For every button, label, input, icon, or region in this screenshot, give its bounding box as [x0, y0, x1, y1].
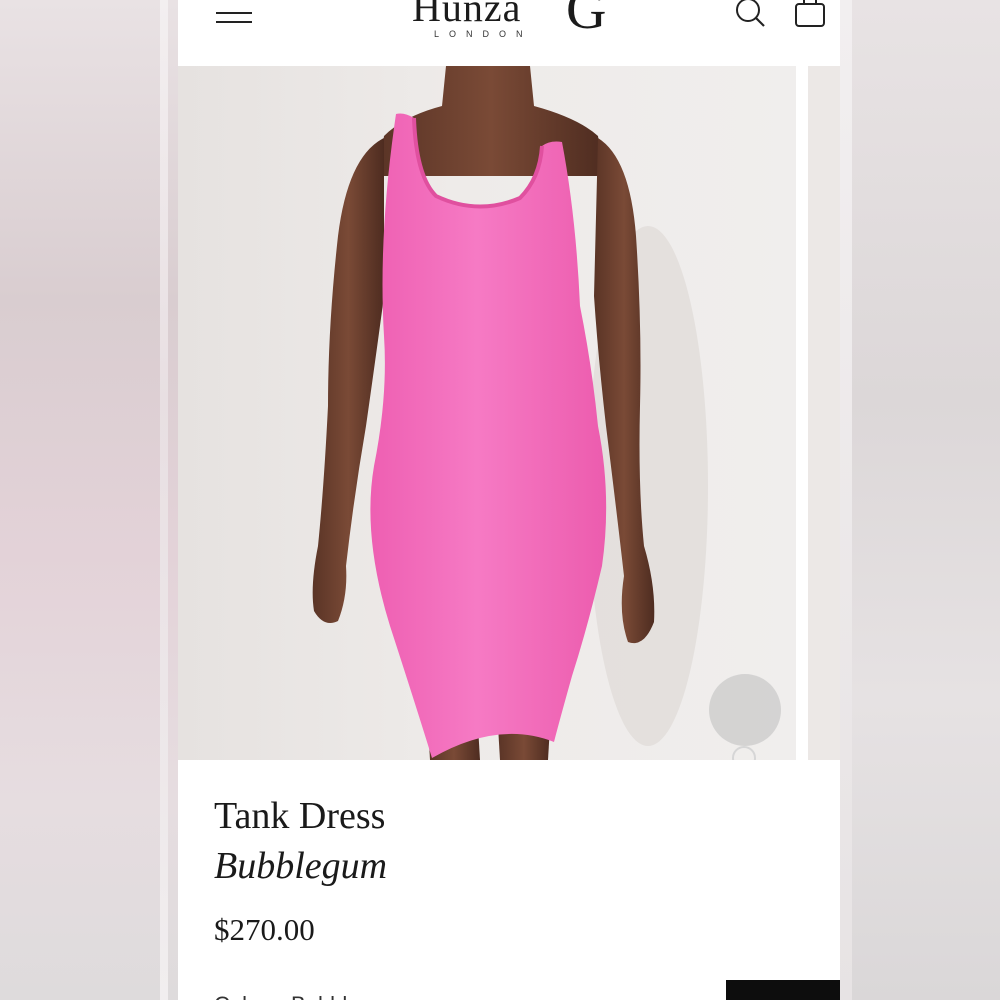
- model-wearing-dress-illustration: [312, 66, 708, 760]
- product-price: $270.00: [214, 912, 315, 947]
- hamburger-menu-icon[interactable]: [212, 0, 256, 30]
- next-product-image-peek[interactable]: [808, 66, 840, 760]
- shopping-bag-icon[interactable]: [790, 0, 830, 30]
- blurred-backdrop-right: [840, 0, 1000, 1000]
- product-title: Tank Dress: [214, 795, 386, 837]
- product-colorway: Bubblegum: [214, 845, 388, 887]
- site-header: Hunza G LONDON: [178, 0, 840, 67]
- brand-initial: G: [566, 0, 607, 41]
- pink-tank-dress: [370, 113, 607, 758]
- product-image[interactable]: [178, 66, 796, 760]
- mobile-screen: Hunza G LONDON Tank Dress Bubblegum $270…: [178, 0, 840, 1000]
- search-icon[interactable]: [730, 0, 770, 30]
- brand-logo[interactable]: Hunza G LONDON: [412, 0, 612, 46]
- product-image-carousel[interactable]: [178, 66, 840, 760]
- colour-selector-label[interactable]: Colour: Bubblegum: [214, 990, 402, 1000]
- brand-name: Hunza: [412, 0, 522, 30]
- blurred-backdrop-left: [0, 0, 178, 1000]
- add-to-bag-button[interactable]: [726, 980, 840, 1000]
- brand-location: LONDON: [434, 29, 533, 39]
- zoom-button[interactable]: [709, 674, 781, 746]
